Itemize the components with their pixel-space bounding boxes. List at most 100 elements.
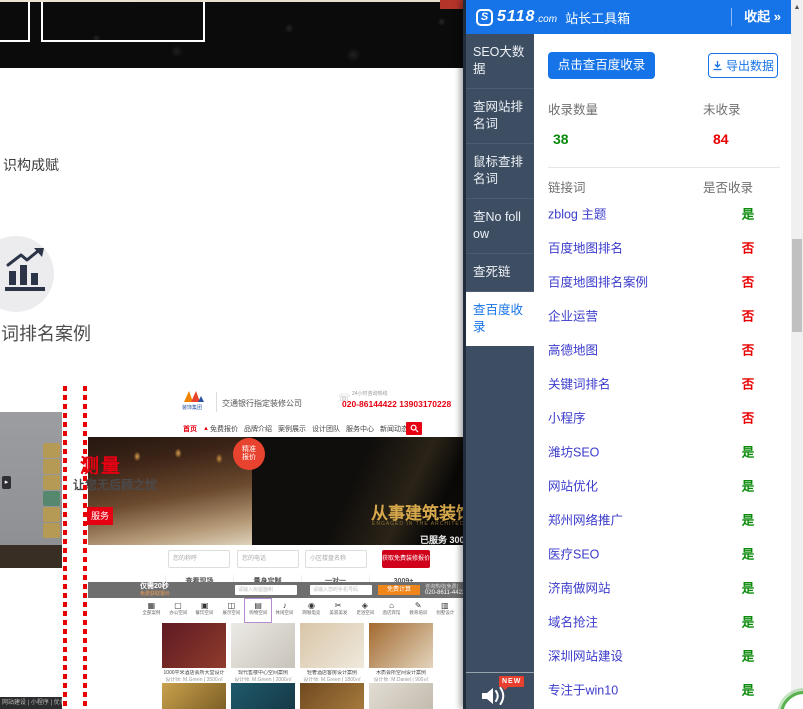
keyword-link[interactable]: 医疗SEO [548,544,599,563]
included-status: 否 [733,306,763,325]
category-icon: ◫ [218,601,245,610]
site-nav-item[interactable]: ▲ 设计团队 [312,424,340,434]
site-search-button[interactable] [406,422,422,435]
site-nav-item[interactable]: ▲ 案例展示 [278,424,306,434]
category-icon: ♪ [271,601,298,610]
table-row: 域名抢注 是 [534,604,791,638]
site-nav-item[interactable]: ▲ 首页 [183,424,197,434]
floating-contact-button [43,475,60,490]
quote-lead-subtitle: 免费获取报价 [140,591,170,597]
sidebar-item[interactable]: 鼠标查排名词 [466,144,534,199]
site-nav-item[interactable]: ▲ 新闻动态 [380,424,408,434]
included-status: 是 [733,544,763,563]
not-included-value: 84 [713,131,729,147]
case-card[interactable]: 主题餐厅空间设计案例 设计师: M.Green | 1200㎡ [231,683,295,709]
panel-sidebar: SEO大数据 查网站排名词 鼠标查排名词 查No follow 查死链 [466,34,534,709]
keyword-link[interactable]: 小程序 [548,408,586,427]
category-icon: ▢ [165,601,192,610]
case-card[interactable]: 1000平米酒店会所大堂设计 设计师: M.Green | 3500㎡ [162,623,226,683]
case-title: 现代售楼中心空间案例 [231,670,295,677]
collapse-button[interactable]: 收起 » [731,8,781,26]
category-tab[interactable]: ▣ 餐饮空间 ▾ [191,599,218,622]
included-status: 是 [733,204,763,223]
banner-outline-box [0,2,30,42]
sidebar-item-label: SEO大数据 [473,45,524,76]
keyword-link[interactable]: 深圳网站建设 [548,646,623,665]
keyword-link[interactable]: 济南做网站 [548,578,611,597]
browser-scrollbar[interactable]: ▲ [791,0,803,709]
category-label: 餐饮空间 [193,610,217,616]
hot-flame-icon: ▲ [203,426,209,432]
category-icon: ▤ [245,601,272,610]
scrollbar-thumb[interactable] [792,239,802,332]
case-thumbnail [162,683,226,709]
area-input[interactable]: 请输入房屋面积 [235,585,297,595]
keyword-link[interactable]: 域名抢注 [548,612,598,631]
keyword-link[interactable]: 企业运营 [548,306,598,325]
case-card[interactable]: 酒店大堂吊顶设计案例 设计师: M.Green | 3000㎡ [369,683,433,709]
case-card[interactable]: 中式餐饮空间设计案例 设计师: M.Daniel | 1500㎡ [300,683,364,709]
category-tab[interactable]: ▥ 别墅设计 ▾ [432,599,459,622]
case-gallery: 1000平米酒店会所大堂设计 设计师: M.Green | 3500㎡ 现代售楼… [162,623,438,709]
check-baidu-index-button[interactable]: 点击查百度收录 [548,52,655,79]
sidebar-item[interactable]: 查百度收录 [466,292,534,346]
name-input[interactable]: 您的称呼 [168,550,230,568]
sidebar-item[interactable]: 查No follow [466,199,534,254]
sidebar-item-label: 查死链 [473,265,511,279]
quote-submit-button[interactable]: 获取免费装修报价 [382,550,430,568]
case-title: 木质会所空间设计案例 [369,670,433,677]
keyword-link[interactable]: 网站优化 [548,476,598,495]
case-card[interactable]: 欧式宴会大厅设计案例 设计师: M.Green | 2600㎡ [162,683,226,709]
category-tab[interactable]: ✂ 美容美发 ▾ [325,599,352,622]
page-text-snippet: 识构成赋 [3,155,59,175]
category-tab[interactable]: ♪ 休闲空间 ▾ [271,599,298,622]
site-nav-item[interactable]: ▲ 免费报价 [203,424,238,434]
category-tab[interactable]: ◫ 展示空间 ▾ [218,599,245,622]
site-nav-label: 案例展示 [278,424,306,434]
category-label: 办公空间 [166,610,190,616]
scrollbar-up-arrow[interactable]: ▲ [791,4,803,11]
calc-button[interactable]: 免费计算 [378,585,420,595]
address-input[interactable]: 小区楼盘名称 [305,550,367,568]
keyword-link[interactable]: 郑州网络推广 [548,510,623,529]
category-icon: ✎ [405,601,432,610]
keyword-link[interactable]: 潍坊SEO [548,442,599,461]
sidebar-item[interactable]: SEO大数据 [466,34,534,89]
category-label: 网咖电竞 [299,610,323,616]
table-row: 百度地图排名案例 否 [534,264,791,298]
keyword-link[interactable]: 高德地图 [548,340,598,359]
category-tab[interactable]: ▢ 办公空间 ▾ [165,599,192,622]
category-tab[interactable]: ◉ 网咖电竞 ▾ [298,599,325,622]
category-tab[interactable]: ▦ 全部案例 ▾ [138,599,165,622]
sidebar-item-label: 查百度收录 [473,303,523,334]
case-card[interactable]: 现代售楼中心空间案例 设计师: M.Green | 2000㎡ [231,623,295,683]
cut-marker-line [83,386,87,709]
site-company-name: 交通银行指定装修公司 [222,398,302,409]
site-logo-icon [183,389,205,403]
quick-quote-bar: 仅需20秒 免费获取报价 请输入房屋面积 请输入您的手机号码 免费计算 咨询热线… [88,582,508,598]
keyword-link[interactable]: 百度地图排名案例 [548,272,648,291]
site-nav-item[interactable]: ▲ 服务中心 [346,424,374,434]
case-card[interactable]: 木质会所空间设计案例 设计师: M.Daniel | 900㎡ [369,623,433,683]
mobile-input[interactable]: 请输入您的手机号码 [310,585,372,595]
floating-contact-button [43,507,60,522]
table-row: 关键词排名 否 [534,366,791,400]
category-tab[interactable]: ◈ 足浴空间 ▾ [352,599,379,622]
case-card[interactable]: 轻奢酒店客房设计案例 设计师: M.Green | 1800㎡ [300,623,364,683]
category-label: 购物空间 [246,610,270,616]
mini-screenshot: ▸ 网站建设 | 小程序 | 优化 [0,412,62,709]
site-header: 装饰集团 交通银行指定装修公司 ☏ 24小时咨询热线 020-86144422 … [88,385,508,420]
keyword-link[interactable]: zblog 主题 [548,204,606,223]
category-tab[interactable]: ✎ 教育培训 ▾ [405,599,432,622]
keyword-link[interactable]: 关键词排名 [548,374,611,393]
keyword-link[interactable]: 专注于win10 [548,680,618,699]
keyword-link[interactable]: 百度地图排名 [548,238,623,257]
sidebar-item[interactable]: 查网站排名词 [466,89,534,144]
phone-input[interactable]: 您的电话 [237,550,299,568]
export-data-button[interactable]: 导出数据 [708,53,778,78]
sidebar-item[interactable]: 查死链 [466,254,534,292]
category-tab[interactable]: ▤ 购物空间 ▾ [245,599,272,622]
table-row: 深圳网站建设 是 [534,638,791,672]
category-tab[interactable]: ⌂ 酒店宾馆 ▾ [378,599,405,622]
site-nav-item[interactable]: ▲ 品牌介绍 [244,424,272,434]
